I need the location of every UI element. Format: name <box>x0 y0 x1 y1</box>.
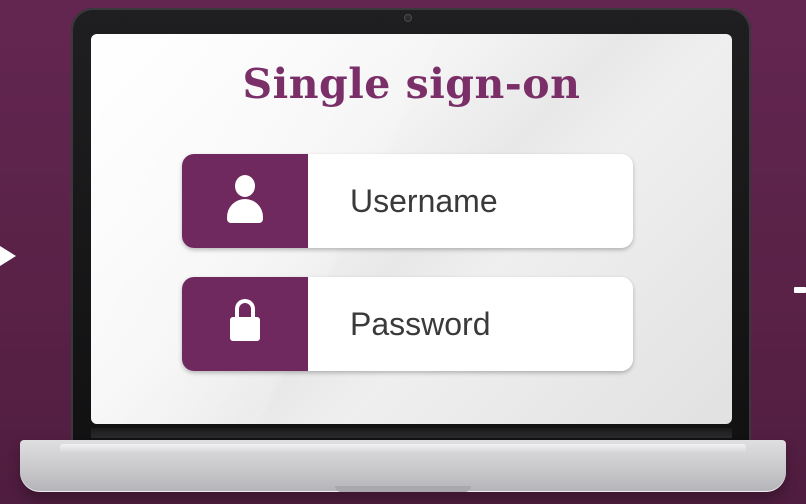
user-icon-head <box>235 175 255 197</box>
right-arrow-icon <box>794 287 806 293</box>
lock-icon-body <box>230 317 260 341</box>
laptop-screen: Single sign-on Username Password <box>91 34 732 424</box>
user-icon <box>225 175 265 225</box>
lock-icon <box>230 299 260 341</box>
camera-icon <box>404 14 412 22</box>
laptop-base-lip <box>60 444 746 454</box>
left-arrow-icon <box>0 246 16 266</box>
username-icon-box <box>182 154 308 248</box>
laptop-notch <box>335 486 471 492</box>
password-label: Password <box>350 306 491 342</box>
password-field[interactable]: Password <box>182 277 633 371</box>
username-label: Username <box>350 183 498 219</box>
user-icon-body <box>227 199 263 223</box>
page-title: Single sign-on <box>242 60 581 108</box>
username-field[interactable]: Username <box>182 154 633 248</box>
laptop-hinge <box>91 428 732 438</box>
password-icon-box <box>182 277 308 371</box>
